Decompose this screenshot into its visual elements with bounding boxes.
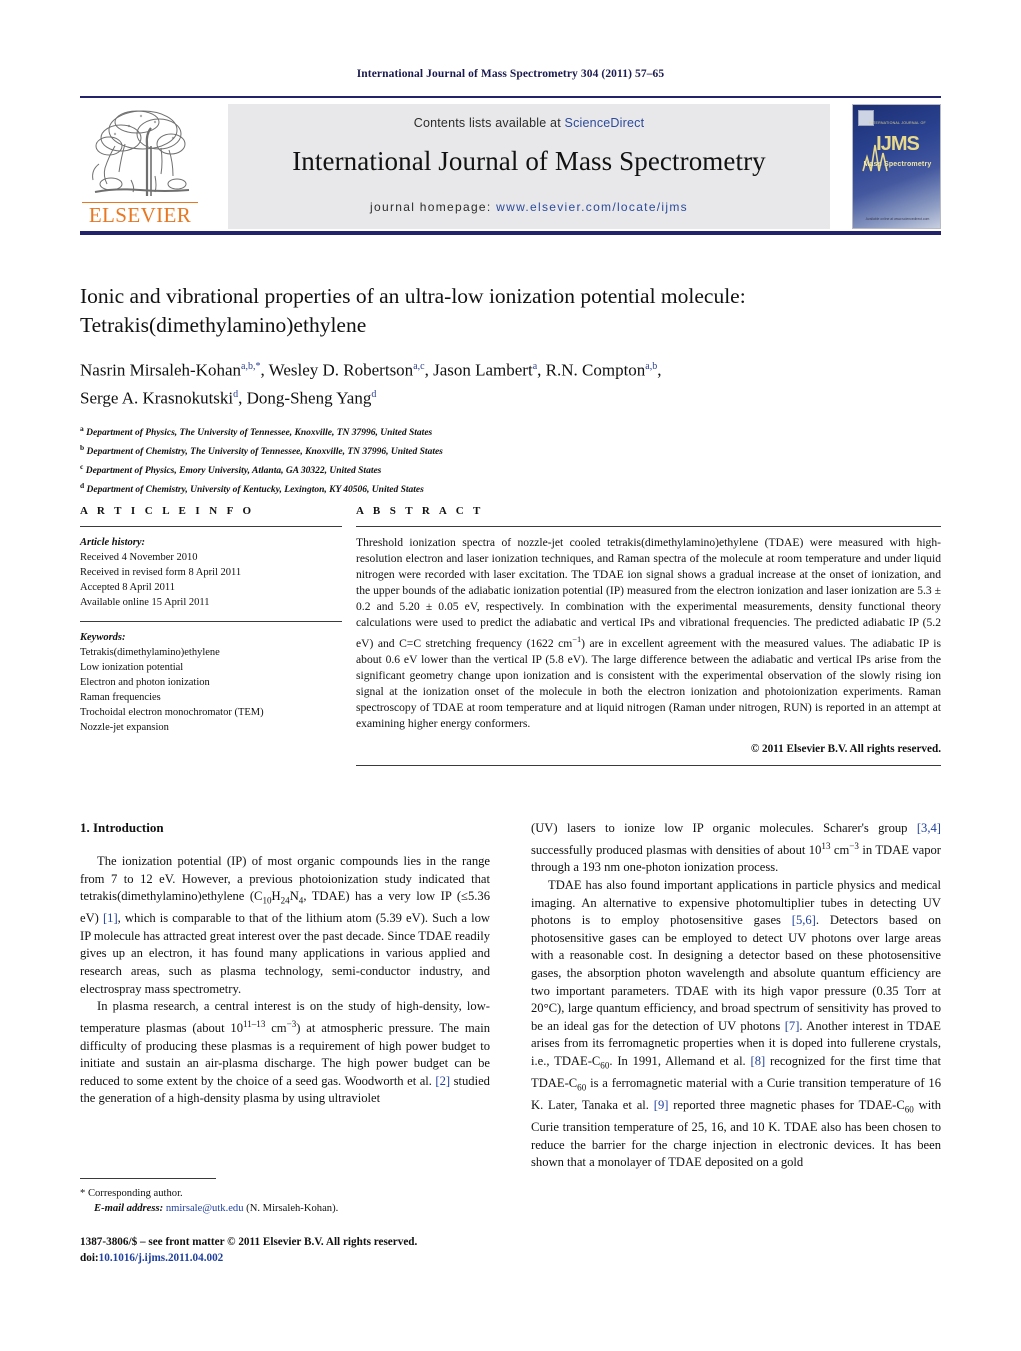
journal-homepage-line: journal homepage: www.elsevier.com/locat…: [228, 200, 830, 214]
journal-article-page: International Journal of Mass Spectromet…: [0, 0, 1021, 1351]
elsevier-tree-icon: [85, 104, 195, 204]
cover-top-label: INTERNATIONAL JOURNAL OF: [869, 121, 926, 125]
affiliation-mark: d: [80, 480, 85, 490]
journal-homepage-link[interactable]: www.elsevier.com/locate/ijms: [496, 200, 688, 214]
corresponding-author-line: * Corresponding author.: [80, 1188, 183, 1199]
elsevier-logo: ELSEVIER: [80, 104, 200, 229]
author-sep: ,: [238, 388, 247, 408]
author-affil-marks: a,b: [645, 361, 658, 372]
affiliation-item: b Department of Chemistry, The Universit…: [80, 441, 941, 460]
journal-title: International Journal of Mass Spectromet…: [292, 146, 766, 176]
body-paragraph: TDAE has also found important applicatio…: [531, 877, 942, 1170]
author-affil-marks: d: [371, 388, 377, 400]
author-affil-marks: a,b,*: [241, 361, 261, 372]
corresponding-author-footnote: * Corresponding author. E-mail address: …: [80, 1178, 490, 1216]
journal-masthead: ELSEVIER Contents lists available at Sci…: [80, 96, 941, 235]
article-info-rule: [80, 526, 342, 527]
footnote-rule: [80, 1178, 216, 1179]
cover-subtitle: Mass Spectrometry: [863, 161, 932, 168]
email-label: E-mail address:: [94, 1202, 164, 1214]
contents-prefix: Contents lists available at: [413, 116, 565, 130]
article-info-column: A R T I C L E I N F O Article history: R…: [80, 505, 342, 735]
author-list: Nasrin Mirsaleh-Kohana,b,*, Wesley D. Ro…: [80, 355, 941, 410]
author-sep: ,: [537, 360, 546, 380]
author-name: Nasrin Mirsaleh-Kohan: [80, 360, 241, 380]
sciencedirect-link[interactable]: ScienceDirect: [565, 116, 645, 130]
masthead-top-rule: [80, 96, 941, 98]
cover-acronym: IJMS: [876, 133, 920, 155]
email-line: E-mail address: nmirsale@utk.edu (N. Mir…: [80, 1202, 490, 1217]
article-info-heading: A R T I C L E I N F O: [80, 505, 255, 517]
affiliation-mark: c: [80, 461, 84, 471]
abstract-rule: [356, 526, 941, 527]
elsevier-wordmark: ELSEVIER: [88, 203, 192, 227]
section-heading-introduction: 1. Introduction: [80, 820, 164, 835]
body-paragraph: In plasma research, a central interest i…: [80, 999, 490, 1106]
author-sep: ,: [424, 360, 434, 380]
author-name: R.N. Compton: [545, 360, 646, 380]
abstract-copyright: © 2011 Elsevier B.V. All rights reserved…: [750, 742, 941, 755]
email-link[interactable]: nmirsale@utk.edu: [166, 1203, 244, 1214]
author-affil-marks: a,c: [413, 361, 425, 372]
keyword-item: Electron and photon ionization: [80, 677, 210, 688]
article-history-item: Received in revised form 8 April 2011: [80, 567, 242, 578]
keyword-item: Low ionization potential: [80, 662, 184, 673]
keywords-label: Keywords:: [80, 632, 126, 643]
imprint-front-matter: 1387-3806/$ – see front matter © 2011 El…: [80, 1236, 418, 1248]
page-title: Ionic and vibrational properties of an u…: [80, 282, 941, 340]
affiliation-text: Department of Physics, The University of…: [86, 428, 433, 439]
keywords-rule: [80, 621, 342, 622]
doi-label: doi:: [80, 1251, 99, 1264]
article-history-item: Accepted 8 April 2011: [80, 582, 175, 593]
affiliation-text: Department of Chemistry, The University …: [86, 447, 443, 458]
affiliation-mark: b: [80, 443, 85, 453]
affiliation-item: d Department of Chemistry, University of…: [80, 479, 941, 498]
abstract-heading: A B S T R A C T: [356, 505, 484, 517]
author-name: Dong-Sheng Yang: [246, 388, 372, 408]
affiliation-item: c Department of Physics, Emory Universit…: [80, 460, 941, 479]
keyword-item: Tetrakis(dimethylamino)ethylene: [80, 647, 220, 658]
doi-link[interactable]: 10.1016/j.ijms.2011.04.002: [99, 1252, 224, 1264]
email-suffix: (N. Mirsaleh-Kohan).: [243, 1202, 339, 1214]
title-line-1: Ionic and vibrational properties of an u…: [80, 284, 746, 308]
sciencedirect-band: Contents lists available at ScienceDirec…: [228, 104, 830, 229]
author-name: Serge A. Krasnokutski: [80, 388, 234, 408]
author-name: Wesley D. Robertson: [268, 360, 414, 380]
affiliation-item: a Department of Physics, The University …: [80, 422, 941, 441]
article-history-item: Available online 15 April 2011: [80, 597, 210, 608]
journal-cover-thumbnail: INTERNATIONAL JOURNAL OF IJMS Mass Spect…: [852, 104, 941, 229]
imprint-doi: doi:10.1016/j.ijms.2011.04.002: [80, 1251, 530, 1267]
affiliation-text: Department of Physics, Emory University,…: [85, 465, 382, 476]
abstract-text: Threshold ionization spectra of nozzle-j…: [356, 536, 941, 730]
keyword-item: Raman frequencies: [80, 692, 161, 703]
keyword-item: Nozzle-jet expansion: [80, 722, 169, 733]
keyword-item: Trochoidal electron monochromator (TEM): [80, 707, 264, 718]
author-sep: ,: [260, 360, 269, 380]
affiliation-mark: a: [80, 424, 84, 434]
article-history-item: Received 4 November 2010: [80, 552, 198, 563]
imprint-block: 1387-3806/$ – see front matter © 2011 El…: [80, 1235, 530, 1266]
author-sep: ,: [657, 360, 662, 380]
homepage-prefix: journal homepage:: [370, 200, 497, 214]
article-title-block: Ionic and vibrational properties of an u…: [80, 282, 941, 497]
masthead-bottom-rule: [80, 231, 941, 235]
contents-lists-line: Contents lists available at ScienceDirec…: [228, 116, 830, 130]
body-column-left: 1. Introduction The ionization potential…: [80, 820, 490, 1108]
body-paragraph: The ionization potential (IP) of most or…: [80, 854, 490, 996]
author-name: Jason Lambert: [433, 360, 533, 380]
abstract-column: A B S T R A C T Threshold ionization spe…: [356, 505, 941, 766]
cover-bottom-label: Available online at www.sciencedirect.co…: [865, 217, 930, 221]
running-head: International Journal of Mass Spectromet…: [356, 68, 665, 80]
affiliation-text: Department of Chemistry, University of K…: [86, 484, 424, 495]
body-paragraph: (UV) lasers to ionize low IP organic mol…: [531, 821, 941, 875]
body-column-right: (UV) lasers to ionize low IP organic mol…: [531, 820, 941, 1172]
title-line-2: Tetrakis(dimethylamino)ethylene: [80, 313, 367, 337]
article-history-label: Article history:: [80, 537, 146, 548]
affiliation-list: a Department of Physics, The University …: [80, 422, 941, 497]
abstract-bottom-rule: [356, 764, 941, 766]
